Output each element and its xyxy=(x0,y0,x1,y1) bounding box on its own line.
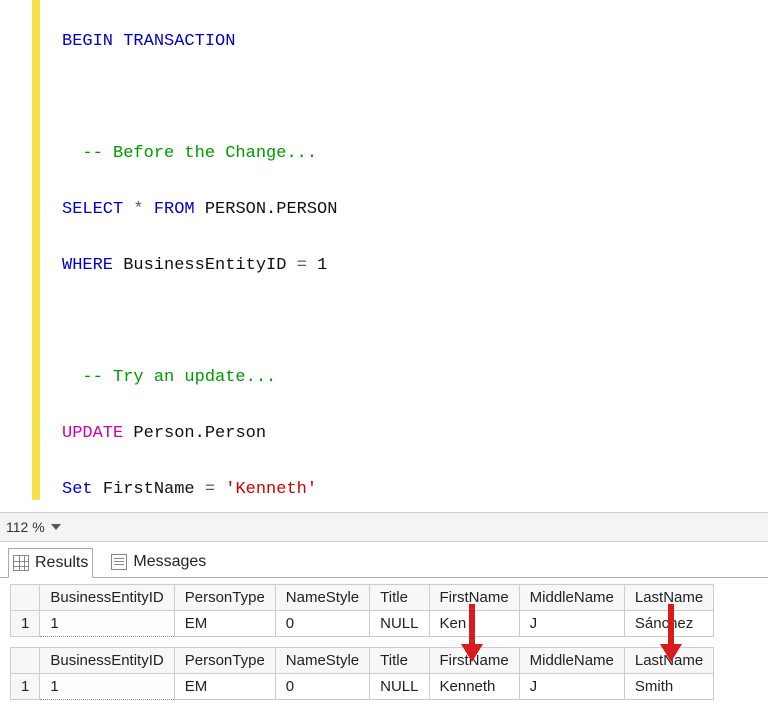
table-header-row: BusinessEntityID PersonType NameStyle Ti… xyxy=(11,585,714,611)
col-header[interactable]: PersonType xyxy=(174,648,275,674)
cell[interactable]: EM xyxy=(174,674,275,700)
cell[interactable]: Sánchez xyxy=(624,611,713,637)
str: 'Kenneth' xyxy=(225,480,317,499)
cell-null[interactable]: NULL xyxy=(370,674,429,700)
tab-label: Messages xyxy=(133,553,206,571)
results-pane: Results Messages BusinessEntityID Person… xyxy=(0,542,768,700)
col-header[interactable]: MiddleName xyxy=(519,648,624,674)
ident: Person.Person xyxy=(133,424,266,443)
col-header[interactable]: FirstName xyxy=(429,648,519,674)
col-header[interactable]: MiddleName xyxy=(519,585,624,611)
tab-messages[interactable]: Messages xyxy=(107,547,210,577)
sql-editor[interactable]: BEGIN TRANSACTION -- Before the Change..… xyxy=(0,0,768,512)
kw: BEGIN xyxy=(62,32,113,51)
row-header-blank xyxy=(11,648,40,674)
col-header[interactable]: Title xyxy=(370,585,429,611)
table-row[interactable]: 1 1 EM 0 NULL Ken J Sánchez xyxy=(11,611,714,637)
col-header[interactable]: LastName xyxy=(624,648,713,674)
grid-icon xyxy=(13,555,29,571)
comment: -- Try an update... xyxy=(82,368,276,387)
comment: -- Before the Change... xyxy=(82,144,317,163)
kw: UPDATE xyxy=(62,424,123,443)
op: = xyxy=(297,256,307,275)
cell[interactable]: 0 xyxy=(275,611,369,637)
ident: PERSON.PERSON xyxy=(205,200,338,219)
results-table-2[interactable]: BusinessEntityID PersonType NameStyle Ti… xyxy=(10,647,714,700)
tab-label: Results xyxy=(35,554,88,572)
tab-results[interactable]: Results xyxy=(8,548,93,578)
change-marker xyxy=(32,0,40,500)
cell-null[interactable]: NULL xyxy=(370,611,429,637)
cell[interactable]: 1 xyxy=(40,674,174,700)
col-header[interactable]: PersonType xyxy=(174,585,275,611)
results-tabs: Results Messages xyxy=(0,542,768,578)
kw: Set xyxy=(62,480,93,499)
cell[interactable]: 0 xyxy=(275,674,369,700)
row-number: 1 xyxy=(11,611,40,637)
col-header[interactable]: NameStyle xyxy=(275,585,369,611)
kw: TRANSACTION xyxy=(123,32,235,51)
num: 1 xyxy=(317,256,327,275)
cell[interactable]: J xyxy=(519,674,624,700)
kw: SELECT xyxy=(62,200,123,219)
kw: FROM xyxy=(154,200,195,219)
col-header[interactable]: BusinessEntityID xyxy=(40,585,174,611)
zoom-bar: 112 % xyxy=(0,512,768,542)
zoom-level[interactable]: 112 % xyxy=(6,519,45,535)
col-header[interactable]: NameStyle xyxy=(275,648,369,674)
kw: WHERE xyxy=(62,256,113,275)
cell[interactable]: Ken xyxy=(429,611,519,637)
col-header[interactable]: BusinessEntityID xyxy=(40,648,174,674)
cell[interactable]: Kenneth xyxy=(429,674,519,700)
col-header[interactable]: Title xyxy=(370,648,429,674)
cell[interactable]: EM xyxy=(174,611,275,637)
code-area[interactable]: BEGIN TRANSACTION -- Before the Change..… xyxy=(42,0,409,512)
ident: FirstName xyxy=(103,480,195,499)
col-header[interactable]: LastName xyxy=(624,585,713,611)
cell[interactable]: Smith xyxy=(624,674,713,700)
row-number: 1 xyxy=(11,674,40,700)
row-header-blank xyxy=(11,585,40,611)
ident: BusinessEntityID xyxy=(123,256,286,275)
table-header-row: BusinessEntityID PersonType NameStyle Ti… xyxy=(11,648,714,674)
table-row[interactable]: 1 1 EM 0 NULL Kenneth J Smith xyxy=(11,674,714,700)
cell[interactable]: 1 xyxy=(40,611,174,637)
editor-gutter xyxy=(0,0,42,512)
op: = xyxy=(205,480,215,499)
op: * xyxy=(133,200,143,219)
results-table-1[interactable]: BusinessEntityID PersonType NameStyle Ti… xyxy=(10,584,714,637)
col-header[interactable]: FirstName xyxy=(429,585,519,611)
messages-icon xyxy=(111,554,127,570)
zoom-dropdown-icon[interactable] xyxy=(49,520,63,534)
cell[interactable]: J xyxy=(519,611,624,637)
